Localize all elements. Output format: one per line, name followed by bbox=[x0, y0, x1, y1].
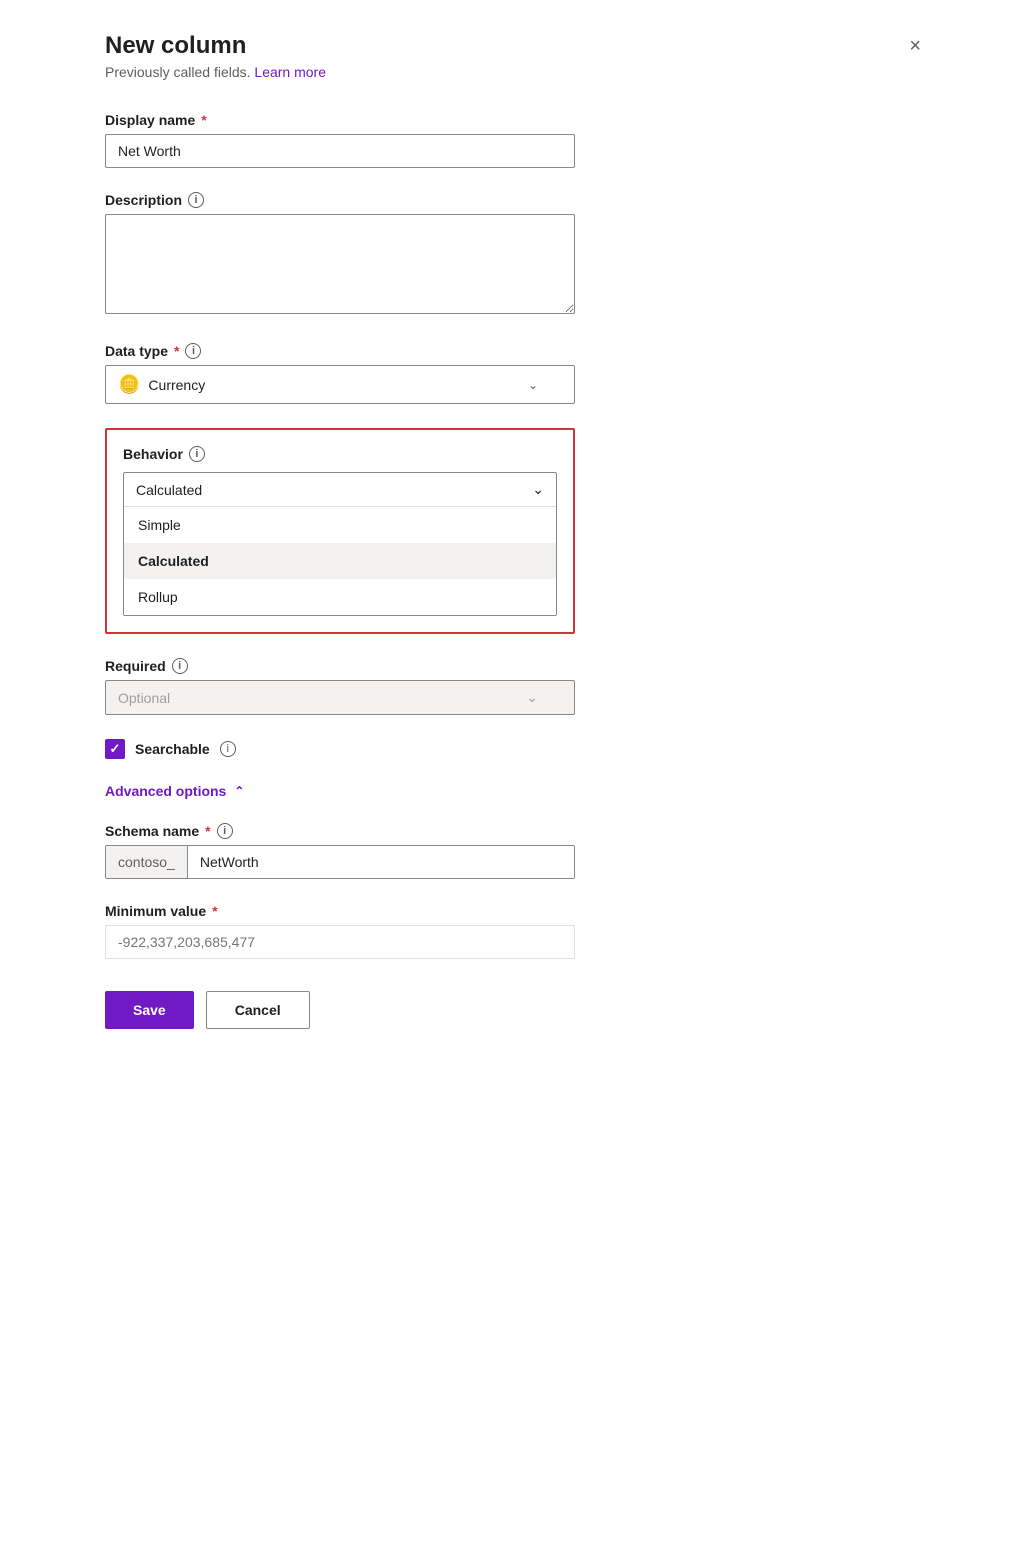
description-info-icon[interactable]: i bbox=[188, 192, 204, 208]
description-group: Description i bbox=[105, 192, 925, 319]
behavior-section: Behavior i Calculated ⌄ Simple Calculate… bbox=[105, 428, 575, 634]
behavior-selected-value: Calculated bbox=[136, 482, 202, 498]
min-value-label: Minimum value * bbox=[105, 903, 925, 919]
required-chevron: ⌄ bbox=[526, 689, 538, 706]
searchable-info-icon[interactable]: i bbox=[220, 741, 236, 757]
data-type-label: Data type * i bbox=[105, 343, 925, 359]
behavior-selected-row[interactable]: Calculated ⌄ bbox=[124, 473, 556, 507]
required-label: Required i bbox=[105, 658, 925, 674]
display-name-group: Display name * bbox=[105, 112, 925, 168]
display-name-label: Display name * bbox=[105, 112, 925, 128]
behavior-dropdown[interactable]: Calculated ⌄ Simple Calculated Rollup bbox=[123, 472, 557, 616]
behavior-label: Behavior i bbox=[123, 446, 557, 462]
currency-icon: 🪙 bbox=[118, 374, 140, 395]
required-value: Optional bbox=[118, 690, 170, 706]
schema-name-info-icon[interactable]: i bbox=[217, 823, 233, 839]
data-type-select-wrapper: 🪙 Currency ⌄ bbox=[105, 365, 575, 404]
searchable-checkbox[interactable]: ✓ bbox=[105, 739, 125, 759]
behavior-dropdown-list: Simple Calculated Rollup bbox=[124, 507, 556, 615]
behavior-info-icon[interactable]: i bbox=[189, 446, 205, 462]
required-star-type: * bbox=[174, 343, 179, 359]
schema-prefix: contoso_ bbox=[106, 846, 188, 878]
required-group: Required i Optional ⌄ bbox=[105, 658, 925, 715]
close-button[interactable]: × bbox=[905, 32, 925, 60]
behavior-option-calculated[interactable]: Calculated bbox=[124, 543, 556, 579]
new-column-panel: New column × Previously called fields. L… bbox=[65, 0, 965, 1552]
min-value-input[interactable] bbox=[105, 925, 575, 959]
data-type-info-icon[interactable]: i bbox=[185, 343, 201, 359]
behavior-chevron: ⌄ bbox=[532, 481, 544, 498]
schema-name-input[interactable] bbox=[188, 846, 574, 878]
footer-buttons: Save Cancel bbox=[105, 991, 925, 1029]
required-info-icon[interactable]: i bbox=[172, 658, 188, 674]
advanced-options-toggle[interactable]: Advanced options ⌃ bbox=[105, 783, 244, 799]
required-select[interactable]: Optional ⌄ bbox=[105, 680, 575, 715]
description-label: Description i bbox=[105, 192, 925, 208]
learn-more-link[interactable]: Learn more bbox=[254, 64, 326, 80]
required-star-schema: * bbox=[205, 823, 210, 839]
schema-name-label: Schema name * i bbox=[105, 823, 925, 839]
panel-subtitle: Previously called fields. Learn more bbox=[105, 64, 925, 80]
data-type-group: Data type * i 🪙 Currency ⌄ bbox=[105, 343, 925, 404]
behavior-option-rollup[interactable]: Rollup bbox=[124, 579, 556, 615]
save-button[interactable]: Save bbox=[105, 991, 194, 1029]
cancel-button[interactable]: Cancel bbox=[206, 991, 310, 1029]
checkmark-icon: ✓ bbox=[110, 741, 121, 757]
advanced-options-label: Advanced options bbox=[105, 783, 226, 799]
data-type-select[interactable]: 🪙 Currency ⌄ bbox=[105, 365, 575, 404]
data-type-chevron: ⌄ bbox=[528, 378, 538, 392]
searchable-row: ✓ Searchable i bbox=[105, 739, 925, 759]
panel-header: New column × bbox=[105, 32, 925, 60]
subtitle-text: Previously called fields. bbox=[105, 64, 251, 80]
description-input[interactable] bbox=[105, 214, 575, 314]
display-name-input[interactable] bbox=[105, 134, 575, 168]
schema-name-input-row: contoso_ bbox=[105, 845, 575, 879]
min-value-group: Minimum value * bbox=[105, 903, 925, 959]
behavior-option-simple[interactable]: Simple bbox=[124, 507, 556, 543]
searchable-label: Searchable bbox=[135, 741, 210, 757]
panel-title: New column bbox=[105, 32, 246, 60]
required-star-min: * bbox=[212, 903, 217, 919]
schema-name-group: Schema name * i contoso_ bbox=[105, 823, 925, 879]
required-star: * bbox=[201, 112, 206, 128]
data-type-value: Currency bbox=[148, 377, 205, 393]
advanced-options-chevron-icon: ⌃ bbox=[234, 784, 244, 798]
